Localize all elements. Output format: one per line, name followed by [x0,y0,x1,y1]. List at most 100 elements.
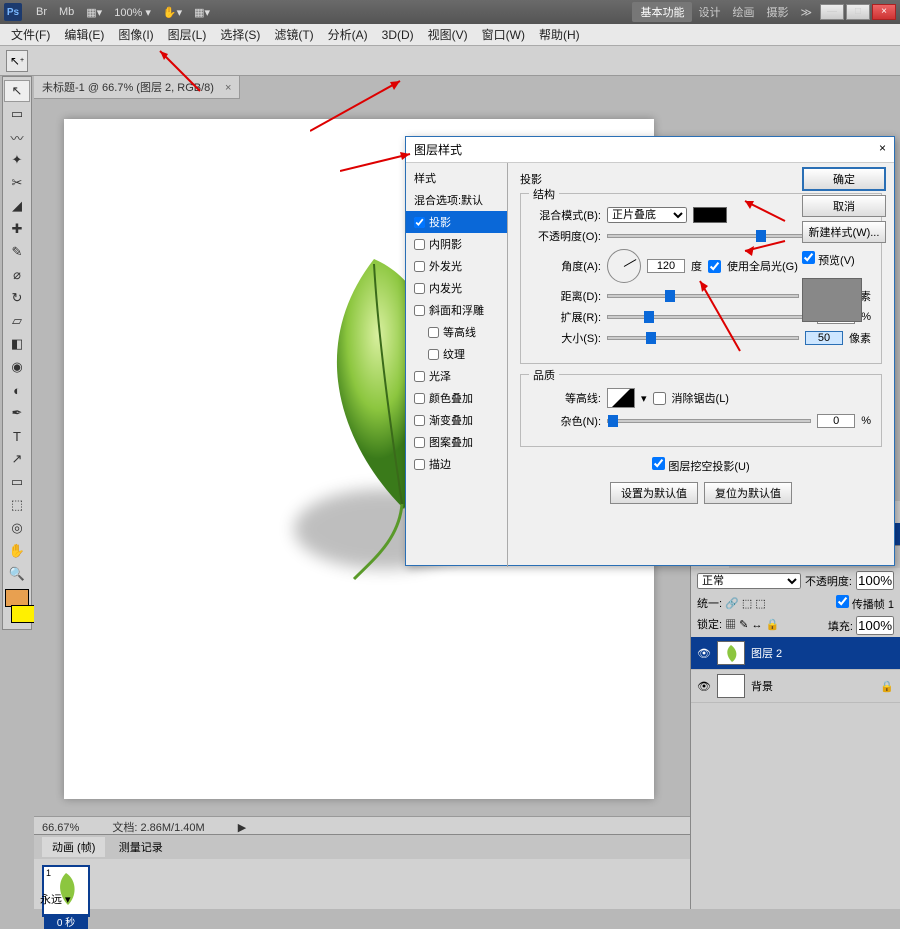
style-item-内发光[interactable]: 内发光 [406,277,507,299]
styles-heading[interactable]: 样式 [406,167,507,189]
crop-tool[interactable]: ✂ [4,172,30,194]
healing-tool[interactable]: ✚ [4,218,30,240]
menu-3d[interactable]: 3D(D) [375,28,421,42]
visibility-icon[interactable]: 👁 [697,680,711,693]
style-item-描边[interactable]: 描边 [406,453,507,475]
style-checkbox[interactable] [428,327,439,338]
3d-tool[interactable]: ⬚ [4,494,30,516]
angle-input[interactable] [647,259,685,273]
noise-input[interactable] [817,414,855,428]
ok-button[interactable]: 确定 [802,167,886,191]
size-input[interactable] [805,331,843,345]
style-checkbox[interactable] [414,239,425,250]
move-tool-icon[interactable]: ↖+ [6,50,28,72]
tab-animation[interactable]: 动画 (帧) [42,837,105,857]
style-checkbox[interactable] [414,261,425,272]
angle-dial[interactable] [607,249,641,283]
zoom-tool[interactable]: 🔍 [4,563,30,585]
workspace-more[interactable]: ≫ [794,6,818,19]
cancel-button[interactable]: 取消 [802,195,886,217]
gradient-tool[interactable]: ◧ [4,333,30,355]
shape-tool[interactable]: ▭ [4,471,30,493]
blend-mode-select[interactable]: 正片叠底 [607,207,687,223]
menu-help[interactable]: 帮助(H) [532,26,587,43]
knockout-checkbox[interactable] [652,457,665,470]
viewmode-icon[interactable]: ▦▾ [80,6,108,19]
style-item-内阴影[interactable]: 内阴影 [406,233,507,255]
status-arrow-icon[interactable]: ▶ [238,822,246,834]
blend-mode-select[interactable]: 正常 [697,573,801,589]
menu-image[interactable]: 图像(I) [111,26,160,43]
stamp-tool[interactable]: ⌀ [4,264,30,286]
shadow-color[interactable] [693,207,727,223]
menu-edit[interactable]: 编辑(E) [57,26,111,43]
minimize-button[interactable]: — [820,4,844,20]
brush-tool[interactable]: ✎ [4,241,30,263]
background-color[interactable] [11,605,35,623]
style-checkbox[interactable] [414,371,425,382]
hand-tool[interactable]: ✋ [4,540,30,562]
wand-tool[interactable]: ✦ [4,149,30,171]
blend-options[interactable]: 混合选项:默认 [406,189,507,211]
style-checkbox[interactable] [428,349,439,360]
lasso-tool[interactable]: 〰 [4,126,30,148]
workspace-paint[interactable]: 绘画 [726,4,760,20]
menu-layer[interactable]: 图层(L) [161,26,214,43]
style-item-图案叠加[interactable]: 图案叠加 [406,431,507,453]
close-button[interactable]: × [872,4,896,20]
arrange-icon[interactable]: ▦▾ [188,6,216,19]
noise-slider[interactable] [607,419,811,423]
style-item-渐变叠加[interactable]: 渐变叠加 [406,409,507,431]
style-item-颜色叠加[interactable]: 颜色叠加 [406,387,507,409]
propagate-checkbox[interactable] [836,595,849,608]
move-tool[interactable]: ↖ [4,80,30,102]
close-tab-icon[interactable]: × [225,82,231,94]
style-checkbox[interactable] [414,415,425,426]
layer-row[interactable]: 👁 背景 🔒 [691,670,900,703]
loop-label[interactable]: 永远 ▾ [40,891,71,907]
global-light-checkbox[interactable] [708,260,721,273]
style-checkbox[interactable] [414,393,425,404]
style-item-光泽[interactable]: 光泽 [406,365,507,387]
distance-slider[interactable] [607,294,799,298]
contour-picker[interactable] [607,388,635,408]
spread-slider[interactable] [607,315,811,319]
opacity-input[interactable] [856,571,894,590]
pen-tool[interactable]: ✒ [4,402,30,424]
eraser-tool[interactable]: ▱ [4,310,30,332]
style-item-等高线[interactable]: 等高线 [406,321,507,343]
layer-row[interactable]: 👁 图层 2 [691,637,900,670]
workspace-photo[interactable]: 摄影 [760,4,794,20]
style-checkbox[interactable] [414,217,425,228]
dodge-tool[interactable]: ◐ [4,379,30,401]
set-default-button[interactable]: 设置为默认值 [610,482,698,504]
reset-default-button[interactable]: 复位为默认值 [704,482,792,504]
opacity-slider[interactable] [607,234,811,238]
eyedropper-tool[interactable]: ◢ [4,195,30,217]
blur-tool[interactable]: ◉ [4,356,30,378]
history-brush-tool[interactable]: ↻ [4,287,30,309]
bridge-icon[interactable]: Br [30,6,53,18]
preview-checkbox[interactable] [802,251,815,264]
style-item-斜面和浮雕[interactable]: 斜面和浮雕 [406,299,507,321]
menu-select[interactable]: 选择(S) [213,26,267,43]
style-checkbox[interactable] [414,459,425,470]
menu-analysis[interactable]: 分析(A) [321,26,375,43]
tab-measurement[interactable]: 测量记录 [109,837,173,857]
size-slider[interactable] [607,336,799,340]
style-checkbox[interactable] [414,283,425,294]
menu-window[interactable]: 窗口(W) [475,26,532,43]
style-item-投影[interactable]: 投影 [406,211,507,233]
menu-view[interactable]: 视图(V) [421,26,475,43]
antialias-checkbox[interactable] [653,392,666,405]
maximize-button[interactable]: □ [846,4,870,20]
style-item-外发光[interactable]: 外发光 [406,255,507,277]
workspace-design[interactable]: 设计 [692,4,726,20]
camera-tool[interactable]: ◎ [4,517,30,539]
zoom-value[interactable]: 100% ▾ [108,6,157,19]
visibility-icon[interactable]: 👁 [697,647,711,660]
new-style-button[interactable]: 新建样式(W)... [802,221,886,243]
dialog-close-icon[interactable]: × [879,141,886,158]
style-checkbox[interactable] [414,305,425,316]
path-tool[interactable]: ↗ [4,448,30,470]
